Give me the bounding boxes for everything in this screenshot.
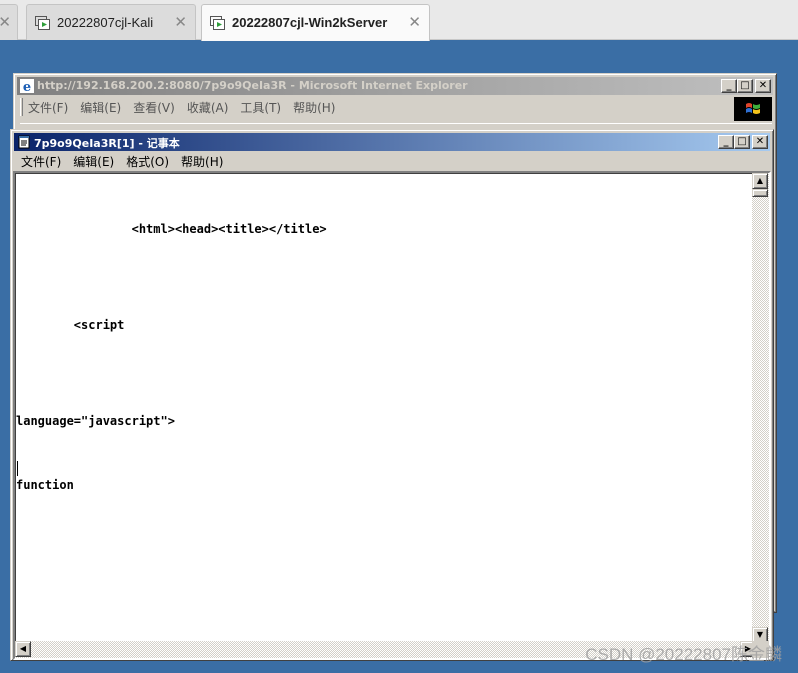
svg-text:e: e xyxy=(23,80,31,93)
tab-close-icon[interactable]: ✕ xyxy=(174,13,187,31)
maximize-button[interactable]: □ xyxy=(737,79,753,93)
ie-title: http://192.168.200.2:8080/7p9o9QeIa3R - … xyxy=(37,79,468,92)
ie-menubar: 文件(F) 编辑(E) 查看(V) 收藏(A) 工具(T) 帮助(H) xyxy=(22,99,341,116)
ie-icon: e xyxy=(20,79,34,93)
tab-close-icon[interactable]: ✕ xyxy=(408,13,421,31)
notepad-edit-area[interactable]: <html><head><title></title> <script lang… xyxy=(13,171,771,660)
vm-tab-label: 20222807cjl-Kali xyxy=(57,15,154,30)
menu-file[interactable]: 文件(F) xyxy=(15,153,67,170)
minimize-button[interactable]: _ xyxy=(721,79,737,93)
text-line: function xyxy=(16,478,74,492)
text-line: <script xyxy=(16,318,125,332)
vm-icon xyxy=(210,16,225,30)
vm-tab-win2kserver[interactable]: 20222807cjl-Win2kServer ✕ xyxy=(201,4,430,41)
watermark: CSDN @20222807陈金麟 xyxy=(585,645,782,664)
text-content[interactable]: <html><head><title></title> <script lang… xyxy=(15,173,754,643)
notepad-title: 7p9o9QeIa3R[1] - 记事本 xyxy=(34,137,180,150)
vm-icon xyxy=(35,16,50,30)
menu-format[interactable]: 格式(O) xyxy=(120,153,175,170)
vm-tab-partial[interactable]: ✕ xyxy=(0,4,18,40)
vm-tab-kali[interactable]: 20222807cjl-Kali ✕ xyxy=(26,4,196,40)
ie-menu-file[interactable]: 文件(F) xyxy=(22,99,74,116)
vm-tab-label: 20222807cjl-Win2kServer xyxy=(232,15,388,30)
scroll-thumb[interactable] xyxy=(752,189,768,197)
vertical-scrollbar[interactable]: ▲ ▼ xyxy=(752,173,769,643)
vm-tab-bar: ✕ 20222807cjl-Kali ✕ 20222807cjl-Win2kSe… xyxy=(0,0,798,41)
tab-close-icon[interactable]: ✕ xyxy=(0,13,11,31)
close-button[interactable]: ✕ xyxy=(752,135,768,149)
notepad-title-bar[interactable]: 7p9o9QeIa3R[1] - 记事本 _ □ ✕ xyxy=(14,133,770,151)
scroll-left-button[interactable]: ◀ xyxy=(15,641,31,657)
notepad-icon xyxy=(18,135,30,149)
notepad-menubar: 文件(F) 编辑(E) 格式(O) 帮助(H) xyxy=(15,153,229,170)
text-line: language="javascript"> xyxy=(16,414,175,428)
minimize-button[interactable]: _ xyxy=(718,135,734,149)
ie-menu-tools[interactable]: 工具(T) xyxy=(234,99,287,116)
ie-menu-view[interactable]: 查看(V) xyxy=(127,99,181,116)
close-button[interactable]: ✕ xyxy=(755,79,771,93)
ie-menu-edit[interactable]: 编辑(E) xyxy=(74,99,127,116)
ie-title-bar[interactable]: e http://192.168.200.2:8080/7p9o9QeIa3R … xyxy=(17,77,773,95)
text-caret xyxy=(17,461,18,476)
windows-logo-icon xyxy=(734,97,772,121)
notepad-window[interactable]: 7p9o9QeIa3R[1] - 记事本 _ □ ✕ 文件(F) 编辑(E) 格… xyxy=(10,129,774,661)
menu-help[interactable]: 帮助(H) xyxy=(175,153,229,170)
text-line: <html><head><title></title> xyxy=(16,222,327,236)
ie-menu-favorites[interactable]: 收藏(A) xyxy=(181,99,235,116)
maximize-button[interactable]: □ xyxy=(734,135,750,149)
scroll-up-button[interactable]: ▲ xyxy=(752,173,768,189)
ie-menu-help[interactable]: 帮助(H) xyxy=(287,99,341,116)
menu-edit[interactable]: 编辑(E) xyxy=(67,153,120,170)
